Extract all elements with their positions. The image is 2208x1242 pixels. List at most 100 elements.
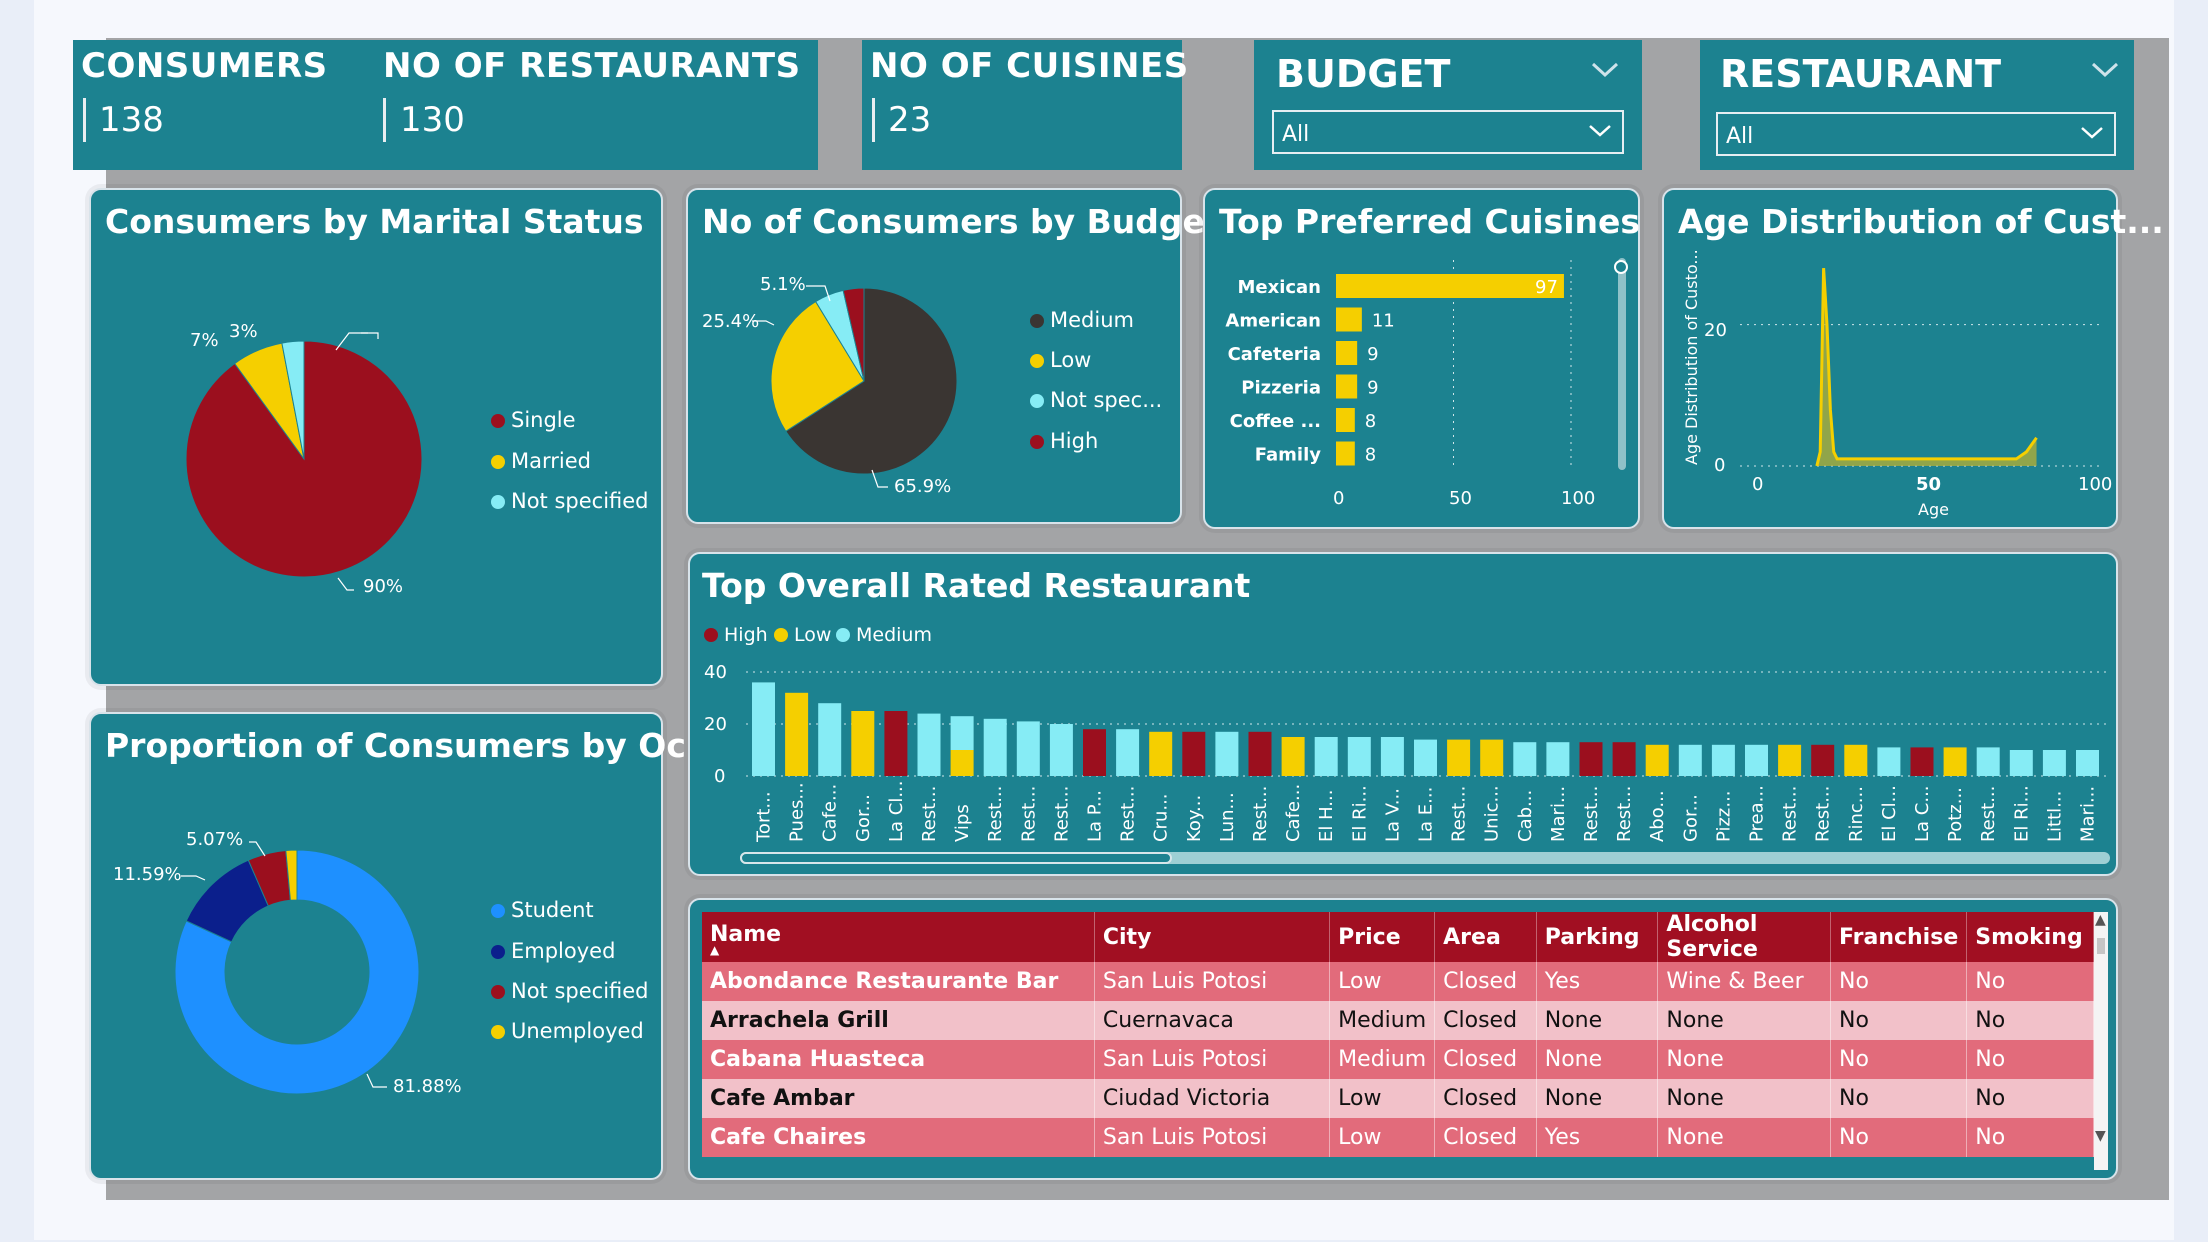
age-area-chart[interactable] — [1664, 190, 2120, 531]
bar-high[interactable] — [1182, 731, 1206, 776]
bar-5[interactable] — [1336, 441, 1355, 466]
scroll-down-arrow[interactable]: ▼ — [2095, 1128, 2106, 1144]
table-row[interactable]: Abondance Restaurante Bar San Luis Potosi… — [702, 962, 2094, 1001]
restaurant-table-card[interactable]: Name ▲ City Price Area Parking Alcohol Se… — [688, 898, 2118, 1180]
bar-medium[interactable] — [1347, 737, 1371, 776]
bar-medium[interactable] — [1711, 744, 1735, 776]
legend-not-specified[interactable]: Not specified — [491, 979, 649, 1003]
legend-unemployed[interactable]: Unemployed — [491, 1019, 644, 1043]
bar-low[interactable] — [1480, 739, 1504, 776]
bar-medium[interactable] — [950, 716, 974, 750]
scroll-up-arrow[interactable]: ▲ — [2095, 912, 2106, 928]
bar-high[interactable] — [1248, 731, 1272, 776]
bar-medium[interactable] — [1380, 737, 1404, 776]
table-row[interactable]: Cafe Ambar Ciudad Victoria Low Closed None No… — [702, 1079, 2094, 1118]
bar-medium[interactable] — [1513, 742, 1537, 776]
bar-high[interactable] — [884, 711, 908, 776]
column-header-area[interactable]: Area — [1434, 912, 1537, 962]
marital-status-card[interactable]: Consumers by Marital Status 7% 3% 90% Si… — [89, 188, 663, 686]
bar-low[interactable] — [1281, 737, 1305, 776]
chevron-down-icon[interactable] — [2090, 60, 2120, 80]
age-line[interactable] — [1815, 268, 2038, 467]
bar-low[interactable] — [851, 711, 875, 776]
table-row[interactable]: Cafe Chaires San Luis Potosi Low Closed Yes N… — [702, 1118, 2094, 1157]
bar-high[interactable] — [1579, 742, 1603, 776]
column-header-parking[interactable]: Parking — [1536, 912, 1659, 962]
bar-low[interactable] — [1844, 744, 1868, 776]
legend-medium[interactable]: Medium — [1030, 308, 1134, 332]
table-cell: Closed — [1434, 1040, 1537, 1079]
cuisine-bar-chart[interactable]: Mexican 97 American 11 Cafeteria 9 Pizzeria 9 Co… — [1205, 190, 1642, 531]
table-cell: Closed — [1434, 1001, 1537, 1040]
horizontal-scroll-handle[interactable] — [740, 852, 1172, 864]
bar-medium[interactable] — [1678, 744, 1702, 776]
budget-slicer[interactable]: BUDGET All — [1254, 40, 1642, 170]
bar-2[interactable] — [1336, 341, 1358, 365]
bar-low[interactable] — [950, 750, 974, 776]
bar-low[interactable] — [1943, 747, 1967, 776]
bar-medium[interactable] — [1116, 729, 1140, 776]
bar-medium[interactable] — [2009, 750, 2033, 776]
bar-low[interactable] — [1645, 744, 1669, 776]
bar-medium[interactable] — [2076, 750, 2099, 776]
legend-married[interactable]: Married — [491, 449, 591, 473]
budget-dropdown[interactable]: All — [1272, 110, 1624, 154]
age-area[interactable] — [1816, 268, 2037, 466]
age-distribution-card[interactable]: Age Distribution of Cust... Age Distribu… — [1662, 188, 2164, 531]
restaurant-slicer[interactable]: RESTAURANT All — [1700, 40, 2134, 170]
bar-medium[interactable] — [1314, 737, 1338, 776]
bar-0[interactable] — [1336, 274, 1564, 298]
bar-medium[interactable] — [818, 703, 842, 776]
bar-medium[interactable] — [752, 682, 775, 776]
column-header-name[interactable]: Name ▲ — [702, 912, 1095, 962]
cuisines-card[interactable]: Top Preferred Cuisines Mexican 97 American… — [1203, 188, 1640, 529]
legend-not-specified[interactable]: Not specified — [491, 489, 649, 513]
bar-medium[interactable] — [1414, 739, 1437, 776]
table-cell: None — [1657, 1001, 1831, 1040]
bar-low[interactable] — [1149, 731, 1173, 776]
legend-student[interactable]: Student — [491, 898, 594, 922]
chevron-down-icon[interactable] — [1590, 60, 1620, 80]
bar-high[interactable] — [1811, 744, 1835, 776]
column-header-city[interactable]: City — [1094, 912, 1331, 962]
bar-high[interactable] — [1910, 747, 1934, 776]
bar-low[interactable] — [1778, 744, 1802, 776]
bar-medium[interactable] — [917, 713, 941, 776]
column-header-price[interactable]: Price — [1329, 912, 1436, 962]
bar-medium[interactable] — [1215, 731, 1239, 776]
legend-single[interactable]: Single — [491, 408, 576, 432]
bar-medium[interactable] — [983, 718, 1007, 776]
bar-medium[interactable] — [2042, 750, 2066, 776]
column-header-franchise[interactable]: Franchise — [1830, 912, 1968, 962]
bar-medium[interactable] — [1546, 742, 1570, 776]
bar-1[interactable] — [1336, 307, 1362, 332]
table-row[interactable]: Cabana Huasteca San Luis Potosi Medium Clos… — [702, 1040, 2094, 1079]
budget-pie-card[interactable]: No of Consumers by Budget 5.1% 25.4% 65.… — [686, 188, 1221, 524]
scroll-handle[interactable] — [1614, 260, 1628, 274]
rated-restaurant-card[interactable]: Top Overall Rated Restaurant High Low Me… — [688, 552, 2118, 876]
bar-high[interactable] — [1612, 742, 1636, 776]
scroll-thumb[interactable] — [2097, 938, 2105, 954]
bar-low[interactable] — [1447, 739, 1471, 776]
table-row[interactable]: Arrachela Grill Cuernavaca Medium Closed Non… — [702, 1001, 2094, 1040]
bar-medium[interactable] — [1745, 744, 1768, 776]
legend-employed[interactable]: Employed — [491, 939, 615, 963]
bar-medium[interactable] — [1976, 747, 2000, 776]
column-header-smoking[interactable]: Smoking — [1966, 912, 2094, 962]
restaurant-dropdown[interactable]: All — [1716, 112, 2116, 156]
bar-3[interactable] — [1336, 374, 1358, 399]
legend-not-spec[interactable]: Not spec... — [1030, 388, 1162, 412]
legend-high[interactable]: High — [1030, 429, 1098, 453]
bar-medium[interactable] — [1016, 721, 1040, 776]
legend-low[interactable]: Low — [1030, 348, 1091, 372]
bar-high[interactable] — [1083, 729, 1106, 776]
marital-pie[interactable] — [91, 190, 665, 688]
scrollbar[interactable] — [1618, 258, 1626, 470]
bar-4[interactable] — [1336, 408, 1355, 432]
bar-medium[interactable] — [1877, 747, 1901, 776]
bar-low[interactable] — [785, 692, 809, 776]
column-header-alcohol[interactable]: Alcohol Service — [1657, 912, 1831, 962]
occupation-card[interactable]: Proportion of Consumers by Oc... 5.07% 1… — [89, 712, 724, 1180]
rated-bar-chart[interactable]: Tort... Pues... Cafe... Gor... La Cl... Rest.… — [690, 554, 2120, 878]
bar-medium[interactable] — [1049, 724, 1073, 776]
